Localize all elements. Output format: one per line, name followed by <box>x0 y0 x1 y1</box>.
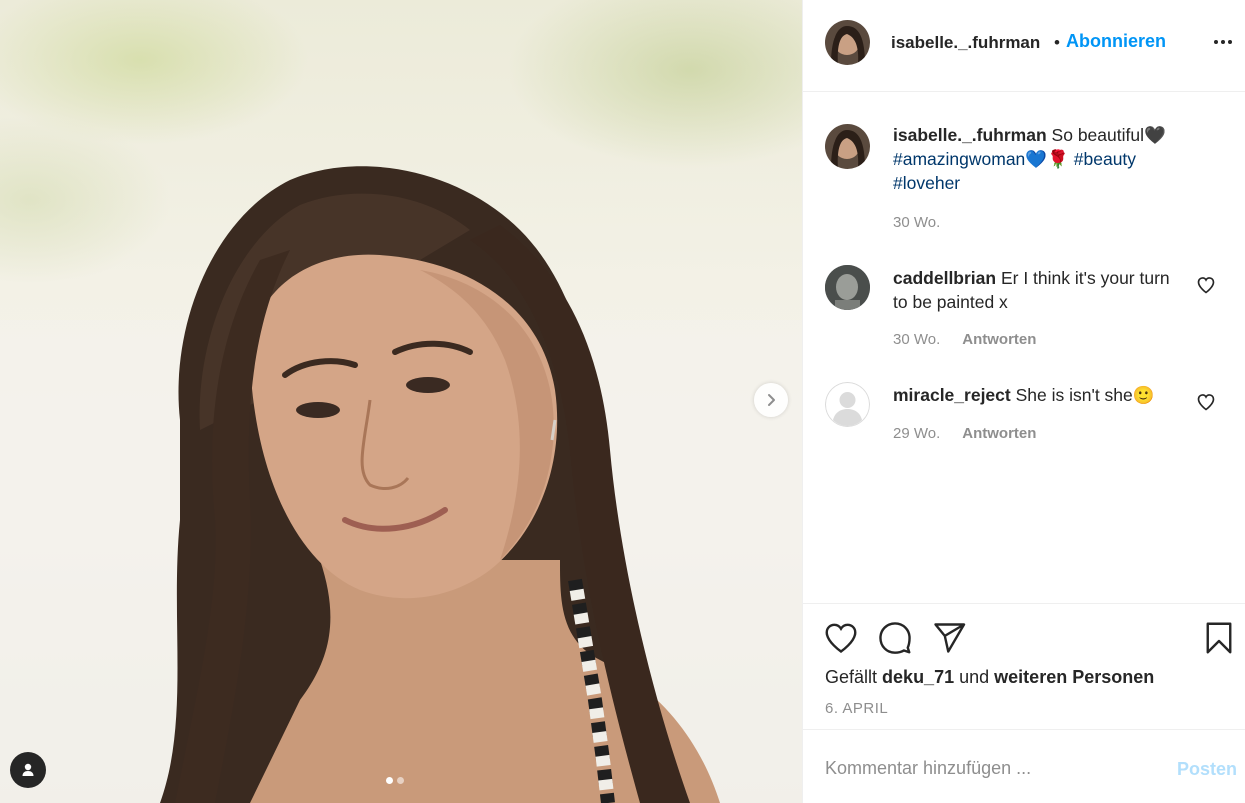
next-slide-button[interactable] <box>754 383 788 417</box>
avatar-image <box>825 265 870 310</box>
tagged-users-button[interactable] <box>10 752 46 788</box>
comment-text: miracle_reject She is isn't she🙂 <box>893 383 1183 407</box>
reply-button[interactable]: Antworten <box>962 425 1036 442</box>
reply-button[interactable]: Antworten <box>962 331 1036 348</box>
comment-meta: 30 Wo. Antworten <box>893 331 1036 348</box>
avatar-image <box>825 124 870 169</box>
carousel-indicator <box>386 777 404 784</box>
caption-avatar[interactable] <box>825 124 870 169</box>
likes-others-link[interactable]: weiteren Personen <box>994 667 1154 687</box>
avatar-image <box>825 20 870 65</box>
post-image[interactable] <box>0 0 802 803</box>
comment-timestamp[interactable]: 30 Wo. <box>893 331 940 348</box>
author-avatar[interactable] <box>825 20 870 65</box>
follow-button[interactable]: Abonnieren <box>1066 31 1166 52</box>
comment-meta: 29 Wo. Antworten <box>893 425 1036 442</box>
comment-bubble-icon[interactable] <box>877 620 913 656</box>
more-options-icon[interactable] <box>1209 32 1237 52</box>
carousel-dot <box>386 777 393 784</box>
commenter-avatar[interactable] <box>825 382 870 427</box>
post-actions: Gefällt deku_71 und weiteren Personen 6.… <box>803 603 1245 729</box>
post-header: isabelle._.fuhrman • Abonnieren <box>803 0 1245 92</box>
carousel-dot <box>397 777 404 784</box>
like-heart-icon[interactable] <box>823 620 859 656</box>
caption-text: isabelle._.fuhrman So beautiful🖤 #amazin… <box>893 123 1183 195</box>
likes-prefix: Gefällt <box>825 667 878 687</box>
portrait-photo <box>0 166 802 803</box>
comment-text: caddellbrian Er I think it's your turn t… <box>893 266 1183 314</box>
commenter-username[interactable]: caddellbrian <box>893 268 996 288</box>
hashtag-link[interactable]: #beauty <box>1074 149 1136 169</box>
commenter-username[interactable]: miracle_reject <box>893 385 1011 405</box>
user-icon <box>22 763 34 776</box>
caption-emoji: 💙🌹 <box>1025 149 1069 169</box>
comments-list: isabelle._.fuhrman So beautiful🖤 #amazin… <box>803 93 1245 603</box>
post-comment-button[interactable]: Posten <box>1177 759 1237 780</box>
like-comment-heart-icon[interactable] <box>1196 275 1216 295</box>
author-username[interactable]: isabelle._.fuhrman <box>891 33 1040 53</box>
like-comment-heart-icon[interactable] <box>1196 392 1216 412</box>
default-avatar-icon <box>825 382 870 427</box>
comment-composer: Posten <box>803 729 1245 803</box>
comment-input[interactable] <box>825 754 1145 782</box>
commenter-avatar[interactable] <box>825 265 870 310</box>
hashtag-link[interactable]: #loveher <box>893 173 960 193</box>
post-date[interactable]: 6. APRIL <box>825 700 888 717</box>
liked-by-user[interactable]: deku_71 <box>882 667 954 687</box>
hashtag-link[interactable]: #amazingwoman <box>893 149 1025 169</box>
separator-dot: • <box>1054 33 1060 52</box>
comment-body: She is isn't she🙂 <box>1015 385 1155 405</box>
caption-timestamp[interactable]: 30 Wo. <box>893 214 940 231</box>
caption-body: So beautiful🖤 <box>1051 125 1166 145</box>
share-send-icon[interactable] <box>931 620 967 656</box>
likes-and: und <box>959 667 990 687</box>
bookmark-icon[interactable] <box>1201 620 1237 656</box>
caption-meta: 30 Wo. <box>893 214 940 231</box>
likes-summary: Gefällt deku_71 und weiteren Personen <box>825 667 1154 688</box>
post-sidebar: isabelle._.fuhrman • Abonnieren isabelle… <box>802 0 1245 803</box>
caption-username[interactable]: isabelle._.fuhrman <box>893 125 1047 145</box>
comment-timestamp[interactable]: 29 Wo. <box>893 425 940 442</box>
chevron-right-icon <box>768 394 775 406</box>
